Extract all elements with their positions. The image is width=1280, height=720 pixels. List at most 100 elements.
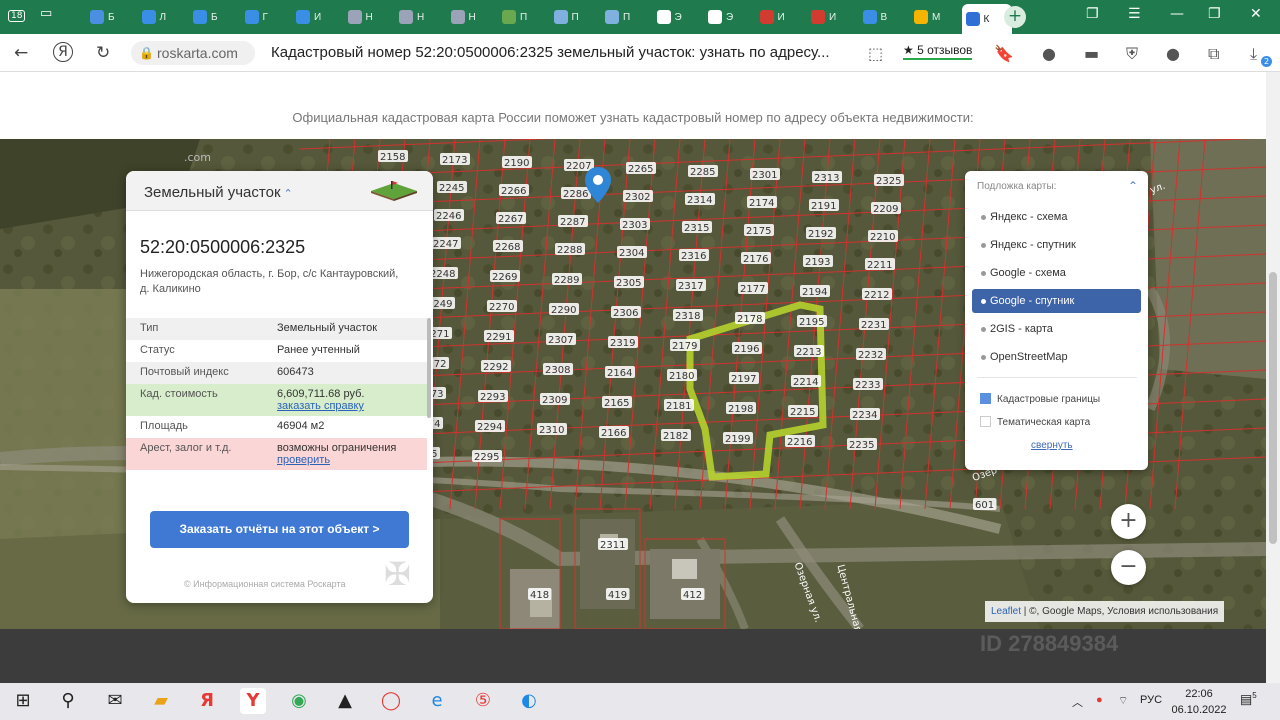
browser-tab[interactable]: И <box>807 4 855 30</box>
app-5-icon[interactable]: ⑤ <box>470 688 496 714</box>
parcel-number-label[interactable]: 2190 <box>504 158 529 169</box>
profile-icon[interactable]: ● <box>1042 44 1056 63</box>
parcel-number-label[interactable]: 2269 <box>492 272 517 283</box>
parcel-number-label[interactable]: 2231 <box>861 320 886 331</box>
parcel-number-label[interactable]: 2174 <box>749 198 774 209</box>
assistant-icon[interactable]: ● <box>1166 44 1180 63</box>
browser-tab[interactable]: И <box>756 4 804 30</box>
order-reports-button[interactable]: Заказать отчёты на этот объект > <box>150 511 409 548</box>
parcel-number-label[interactable]: 2213 <box>796 347 821 358</box>
browser-tab[interactable]: Л <box>138 4 186 30</box>
parcel-number-label[interactable]: 418 <box>530 590 549 601</box>
parcel-number-label[interactable]: 2292 <box>483 362 508 373</box>
parcel-number-label[interactable]: 2315 <box>684 223 709 234</box>
page-scrollbar[interactable] <box>1266 72 1280 683</box>
browser-tab[interactable]: Н <box>395 4 443 30</box>
parcel-number-label[interactable]: 2195 <box>799 317 824 328</box>
yandex-icon[interactable]: Я <box>53 42 73 62</box>
parcel-number-label[interactable]: 2248 <box>430 269 455 280</box>
parcel-number-label[interactable]: 2294 <box>477 422 502 433</box>
parcel-number-label[interactable]: 2304 <box>619 248 644 259</box>
shield-icon[interactable]: ⛨ <box>1126 44 1138 64</box>
parcel-number-label[interactable]: 419 <box>608 590 627 601</box>
close-icon[interactable]: ✕ <box>1250 6 1262 22</box>
parcel-number-label[interactable]: 2166 <box>601 428 626 439</box>
checkbox-cadastral-borders[interactable]: Кадастровые границы <box>980 393 1100 406</box>
windows-start-icon[interactable]: ⊞ <box>10 688 36 714</box>
notifications-icon[interactable]: ▤5 <box>1240 691 1257 707</box>
edge-icon[interactable]: e <box>424 688 450 714</box>
browser-tab[interactable]: Н <box>344 4 392 30</box>
browser-tab[interactable]: П <box>550 4 598 30</box>
parcel-number-label[interactable]: 2246 <box>436 211 461 222</box>
opera-icon[interactable]: ◯ <box>378 688 404 714</box>
parcel-number-label[interactable]: 2288 <box>557 245 582 256</box>
map-pin-icon[interactable] <box>585 167 611 203</box>
parcel-number-label[interactable]: 2192 <box>808 229 833 240</box>
layer-option-google-map[interactable]: Google - схема <box>972 261 1141 285</box>
back-icon[interactable]: ← <box>14 43 28 63</box>
parcel-number-label[interactable]: 2181 <box>666 401 691 412</box>
check-link[interactable]: проверить <box>277 454 427 466</box>
parcel-number-label[interactable]: 2309 <box>542 395 567 406</box>
parcel-number-label[interactable]: 2302 <box>625 192 650 203</box>
parcel-number-label[interactable]: 2191 <box>811 201 836 212</box>
parcel-number-label[interactable]: 2194 <box>802 287 827 298</box>
browser-tab[interactable]: Б <box>86 4 134 30</box>
photos-icon[interactable]: ▲ <box>332 688 358 714</box>
parcel-number-label[interactable]: 2289 <box>554 275 579 286</box>
clock[interactable]: 22:06 06.10.2022 <box>1170 686 1228 718</box>
reviews-link[interactable]: ★ 5 отзывов <box>903 43 973 60</box>
parcel-number-label[interactable]: 2265 <box>628 164 653 175</box>
parcel-number-label[interactable]: 2197 <box>731 374 756 385</box>
chevron-up-icon[interactable]: ⌃ <box>1128 179 1138 193</box>
leaflet-link[interactable]: Leaflet <box>991 606 1021 617</box>
parcel-number-label[interactable]: 2196 <box>734 344 759 355</box>
browser-tab[interactable]: П <box>601 4 649 30</box>
reading-icon[interactable]: ▬ <box>1084 44 1099 63</box>
layer-option-yandex-satellite[interactable]: Яндекс - спутник <box>972 233 1141 257</box>
parcel-number-label[interactable]: 2210 <box>870 232 895 243</box>
browser-tab[interactable]: П <box>498 4 546 30</box>
parcel-number-label[interactable]: 2301 <box>752 170 777 181</box>
card-scrollbar[interactable] <box>427 318 431 418</box>
parcel-number-label[interactable]: 2164 <box>607 368 632 379</box>
parcel-number-label[interactable]: 2173 <box>442 155 467 166</box>
parcel-number-label[interactable]: 2215 <box>790 407 815 418</box>
parcel-number-label[interactable]: 2176 <box>743 254 768 265</box>
layer-option-yandex-map[interactable]: Яндекс - схема <box>972 205 1141 229</box>
browser-tab[interactable]: В <box>859 4 907 30</box>
checkbox-checked[interactable] <box>980 393 991 404</box>
parcel-number-label[interactable]: 2311 <box>600 540 625 551</box>
parcel-number-label[interactable]: 2245 <box>439 183 464 194</box>
tab-collections-icon[interactable]: ❐ <box>1086 6 1099 22</box>
parcel-number-label[interactable]: 412 <box>683 590 702 601</box>
layer-option-osm[interactable]: OpenStreetMap <box>972 345 1141 369</box>
parcel-number-label[interactable]: 2314 <box>687 195 712 206</box>
parcel-number-label[interactable]: 2270 <box>489 302 514 313</box>
parcel-number-label[interactable]: 2179 <box>672 341 697 352</box>
parcel-number-label[interactable]: 2267 <box>498 214 523 225</box>
scrollbar-thumb[interactable] <box>1269 272 1277 544</box>
parcel-number-label[interactable]: 2308 <box>545 365 570 376</box>
share-icon[interactable]: ⧉ <box>1208 44 1219 64</box>
parcel-number-label[interactable]: 2211 <box>867 260 892 271</box>
minimize-icon[interactable]: — <box>1170 6 1184 22</box>
parcel-number-label[interactable]: 2214 <box>793 377 818 388</box>
parcel-number-label[interactable]: 2266 <box>501 186 526 197</box>
checkbox-unchecked[interactable] <box>980 416 991 427</box>
parcel-number-label[interactable]: 2306 <box>613 308 638 319</box>
new-tab-button[interactable]: + <box>1004 6 1026 28</box>
browser-tab[interactable]: Э <box>653 4 701 30</box>
order-certificate-link[interactable]: заказать справку <box>277 400 427 412</box>
restore-icon[interactable]: ❐ <box>1208 6 1221 22</box>
card-header[interactable]: Земельный участок ⌃ <box>126 171 433 211</box>
parcel-number-label[interactable]: 2180 <box>669 371 694 382</box>
downloads-icon[interactable]: ⤓ <box>1250 44 1257 64</box>
parcel-number-label[interactable]: 2318 <box>675 311 700 322</box>
browser-tab[interactable]: Г <box>241 4 289 30</box>
parcel-number-label[interactable]: 2247 <box>433 239 458 250</box>
parcel-number-label[interactable]: 2232 <box>858 350 883 361</box>
yandex-app-icon[interactable]: Я <box>194 688 220 714</box>
collapse-link[interactable]: свернуть <box>1031 440 1073 451</box>
